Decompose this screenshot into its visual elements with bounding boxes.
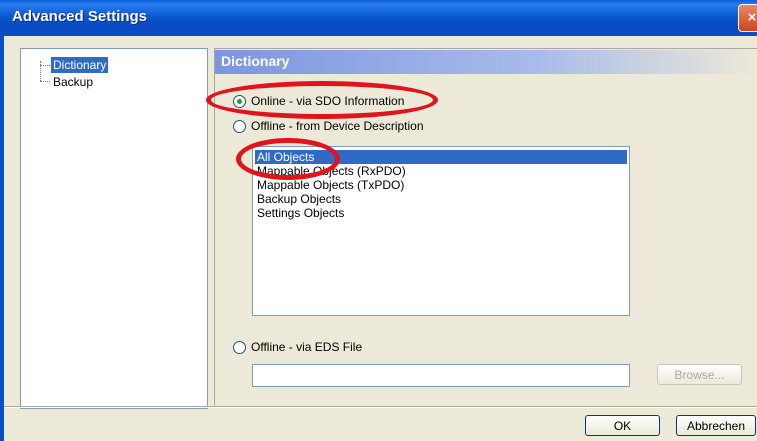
advanced-settings-dialog: Advanced Settings × Dictionary Backup Di… <box>0 0 757 441</box>
tree-connector <box>40 81 50 82</box>
bottom-divider <box>4 406 757 408</box>
cancel-button[interactable]: Abbrechen <box>676 415 756 436</box>
highlight-ellipse-online <box>206 81 438 119</box>
eds-file-path-input[interactable] <box>252 364 630 387</box>
tree-item-dictionary[interactable]: Dictionary <box>49 56 110 74</box>
list-item[interactable]: Settings Objects <box>255 206 627 220</box>
radio-offline-device[interactable] <box>233 120 246 133</box>
radio-offline-device-label[interactable]: Offline - from Device Description <box>251 119 424 133</box>
title-bar[interactable]: Advanced Settings × <box>0 0 757 36</box>
window-frame-left <box>0 36 4 441</box>
radio-offline-eds-label[interactable]: Offline - via EDS File <box>251 340 362 354</box>
tree-item-backup[interactable]: Backup <box>51 74 95 90</box>
radio-offline-eds[interactable] <box>233 341 246 354</box>
close-icon[interactable]: × <box>738 4 757 32</box>
tree-connector <box>40 65 50 66</box>
settings-tree[interactable]: Dictionary Backup <box>20 48 208 409</box>
ok-button[interactable]: OK <box>585 415 660 436</box>
window-title: Advanced Settings <box>12 8 148 25</box>
tree-connector <box>40 61 41 81</box>
highlight-ellipse-all-objects <box>236 138 340 180</box>
list-item[interactable]: Mappable Objects (TxPDO) <box>255 178 627 192</box>
browse-button[interactable]: Browse... <box>657 364 742 385</box>
panel-title: Dictionary <box>221 53 290 69</box>
panel-header: Dictionary <box>215 50 757 74</box>
list-item[interactable]: Backup Objects <box>255 192 627 206</box>
